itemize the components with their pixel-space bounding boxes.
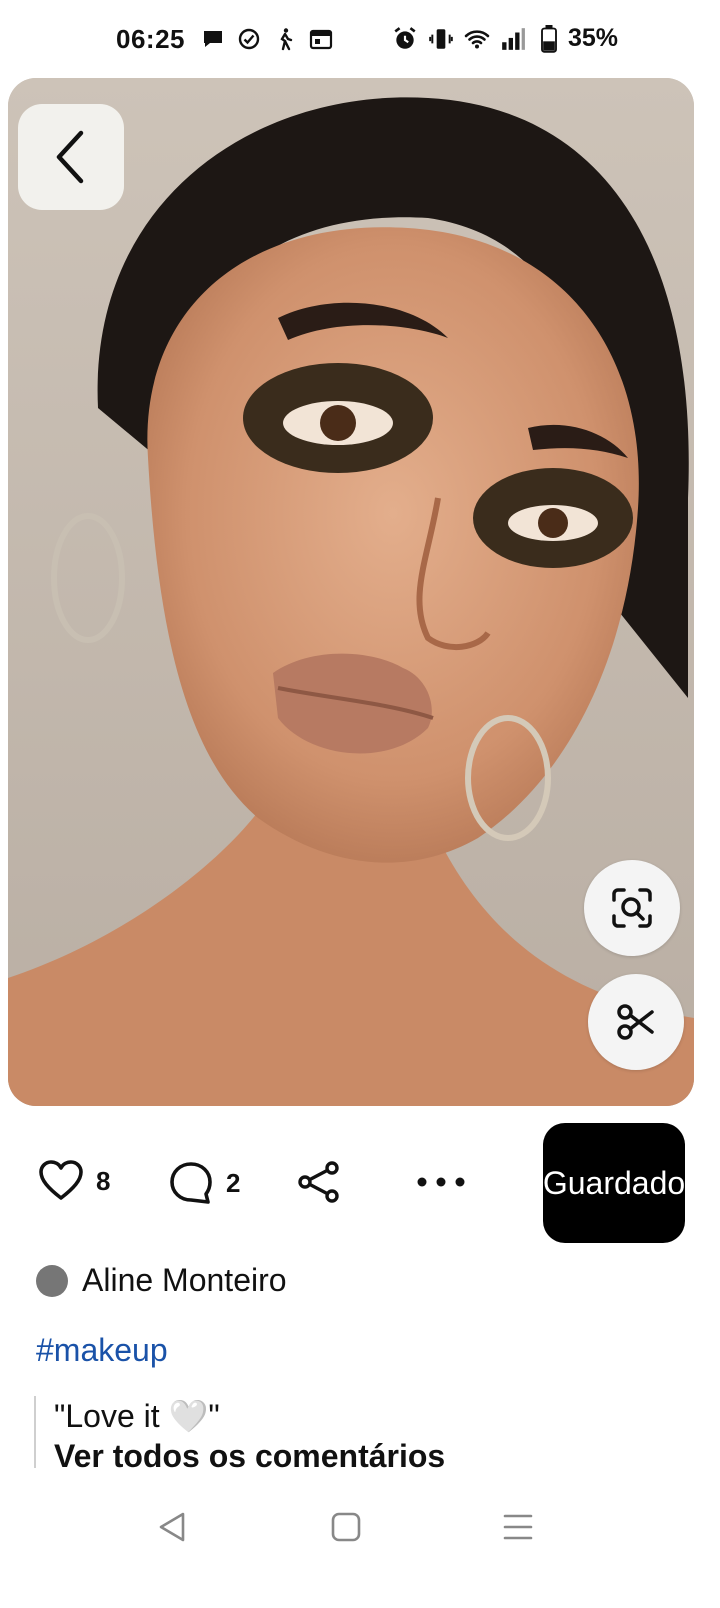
status-time: 06:25 — [116, 24, 185, 54]
signal-icon — [500, 26, 526, 52]
status-left-icons — [200, 26, 334, 52]
share-icon — [298, 1161, 339, 1203]
scissors-icon — [617, 1004, 654, 1040]
likes-count: 8 — [96, 1165, 111, 1196]
share-button[interactable] — [296, 1160, 342, 1204]
pin-photo — [8, 78, 694, 1106]
nav-recents-button[interactable] — [488, 1502, 548, 1552]
comments-preview: "Love it 🤍" Ver todos os comentários — [34, 1396, 445, 1474]
see-all-comments-link[interactable]: Ver todos os comentários — [54, 1436, 445, 1476]
nav-back-icon — [159, 1512, 185, 1542]
status-right-icons: 35% — [392, 24, 618, 53]
more-options-button[interactable] — [414, 1176, 468, 1188]
calendar-icon — [308, 26, 334, 52]
nav-home-button[interactable] — [316, 1502, 376, 1552]
comment-button[interactable]: 2 — [168, 1160, 240, 1206]
chevron-left-icon — [56, 130, 84, 184]
visual-search-icon — [612, 888, 652, 928]
heart-icon — [39, 1160, 83, 1200]
system-nav-bar — [0, 1480, 720, 1608]
hashtag-link[interactable]: #makeup — [36, 1332, 168, 1369]
pin-image[interactable] — [8, 78, 694, 1106]
back-button[interactable] — [18, 104, 124, 210]
nav-recents-icon — [503, 1514, 533, 1540]
wifi-icon — [464, 26, 490, 52]
nav-back-button[interactable] — [142, 1502, 202, 1552]
author[interactable]: Aline Monteiro — [36, 1262, 287, 1299]
vibrate-icon — [428, 26, 454, 52]
alarm-icon — [392, 26, 418, 52]
check-circle-icon — [236, 26, 262, 52]
visual-search-button[interactable] — [584, 860, 680, 956]
battery-icon — [536, 24, 562, 53]
saved-button[interactable]: Guardado — [543, 1123, 685, 1243]
status-bar: 06:25 35% — [0, 0, 720, 80]
battery-percent: 35% — [568, 24, 619, 52]
avatar — [36, 1264, 68, 1297]
more-dots-icon — [417, 1177, 465, 1187]
crop-button[interactable] — [588, 974, 684, 1070]
like-button[interactable]: 8 — [38, 1160, 110, 1202]
chat-bubble-icon — [200, 26, 226, 52]
comments-count: 2 — [226, 1167, 241, 1198]
comment-text: "Love it 🤍" — [54, 1398, 220, 1434]
walking-icon — [272, 26, 298, 52]
nav-home-icon — [331, 1512, 361, 1542]
author-name: Aline Monteiro — [82, 1262, 287, 1298]
comment-icon — [170, 1162, 212, 1204]
